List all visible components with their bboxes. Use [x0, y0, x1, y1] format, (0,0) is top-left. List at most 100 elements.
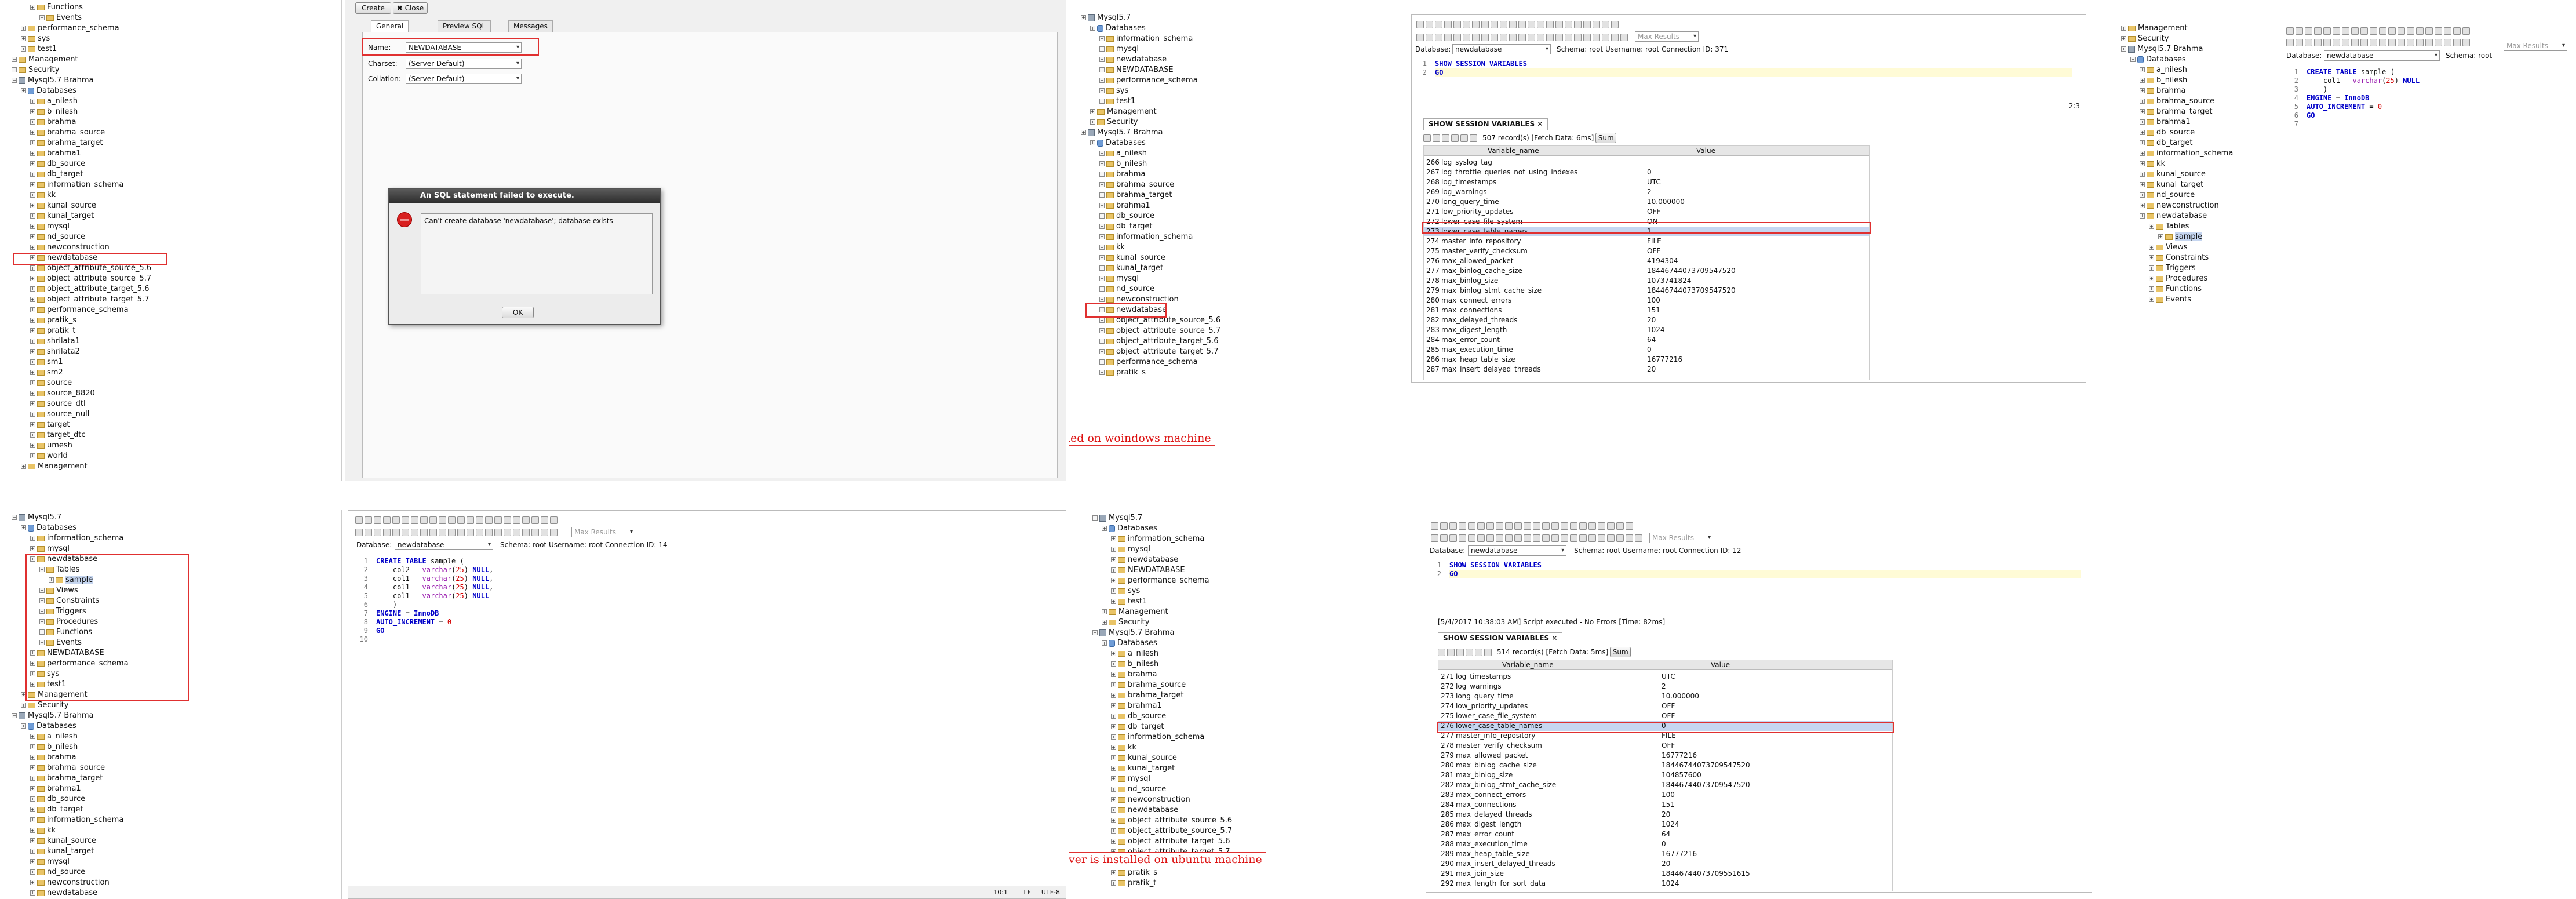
- tree-item[interactable]: + information_schema: [1099, 34, 1193, 44]
- tree-item[interactable]: + sys: [1099, 86, 1128, 96]
- expand-toggle-icon[interactable]: +: [30, 776, 35, 781]
- table-row[interactable]: 278 max_binlog_size 1073741824: [1424, 276, 1869, 286]
- tree-item[interactable]: + brahma_source: [2140, 96, 2214, 107]
- tree-item[interactable]: + source_null: [30, 409, 89, 420]
- tree-item[interactable]: + Mysql5.7: [12, 512, 61, 523]
- table-row[interactable]: 284 max_connections 151: [1438, 800, 1892, 810]
- expand-toggle-icon[interactable]: +: [1099, 99, 1105, 104]
- expand-toggle-icon[interactable]: +: [30, 172, 35, 177]
- tree-item[interactable]: + brahma: [2140, 86, 2185, 96]
- expand-toggle-icon[interactable]: +: [1099, 297, 1105, 302]
- tree-item[interactable]: + Security: [21, 700, 68, 711]
- expand-toggle-icon[interactable]: +: [30, 765, 35, 770]
- expand-toggle-icon[interactable]: +: [30, 265, 35, 271]
- ok-button[interactable]: OK: [502, 307, 534, 318]
- expand-toggle-icon[interactable]: +: [30, 318, 35, 323]
- tab-preview-sql[interactable]: Preview SQL: [438, 20, 491, 32]
- table-row[interactable]: 284 max_error_count 64: [1424, 335, 1869, 345]
- tree-item[interactable]: + Security: [1102, 617, 1149, 628]
- tree-item[interactable]: + brahma_target: [30, 773, 103, 784]
- tree-item[interactable]: + brahma_source: [30, 128, 105, 138]
- expand-toggle-icon[interactable]: +: [30, 151, 35, 156]
- table-row[interactable]: 271 log_timestamps UTC: [1438, 672, 1892, 682]
- tree-item[interactable]: + target: [30, 420, 70, 430]
- expand-toggle-icon[interactable]: +: [1099, 245, 1105, 250]
- expand-toggle-icon[interactable]: +: [1099, 265, 1105, 271]
- expand-toggle-icon[interactable]: +: [2140, 78, 2145, 83]
- database-select-ubuntu-2[interactable]: newdatabase: [1468, 545, 1566, 556]
- expand-toggle-icon[interactable]: +: [1111, 818, 1116, 823]
- tree-item[interactable]: + information_schema: [30, 180, 123, 190]
- expand-toggle-icon[interactable]: +: [1111, 599, 1116, 604]
- tree-item[interactable]: + kunal_target: [1099, 263, 1163, 274]
- expand-toggle-icon[interactable]: +: [1111, 797, 1116, 802]
- tree-item[interactable]: + umesh: [30, 441, 72, 451]
- table-row[interactable]: 283 max_connect_errors 100: [1438, 790, 1892, 800]
- object-explorer-tree-windows[interactable]: + Mysql5.7 + Databases + information_schema + m…: [1081, 13, 1405, 390]
- expand-toggle-icon[interactable]: +: [1111, 672, 1116, 677]
- tree-item[interactable]: + mysql: [1099, 274, 1139, 284]
- charset-select[interactable]: (Server Default): [406, 59, 522, 69]
- expand-toggle-icon[interactable]: +: [1099, 339, 1105, 344]
- table-row[interactable]: 287 max_insert_delayed_threads 20: [1424, 365, 1869, 374]
- expand-toggle-icon[interactable]: +: [1111, 714, 1116, 719]
- expand-toggle-icon[interactable]: +: [30, 99, 35, 104]
- table-row[interactable]: 285 max_delayed_threads 20: [1438, 810, 1892, 820]
- expand-toggle-icon[interactable]: +: [1099, 161, 1105, 166]
- expand-toggle-icon[interactable]: +: [2149, 224, 2154, 229]
- table-row[interactable]: 275 lower_case_file_system OFF: [1438, 711, 1892, 721]
- tree-item[interactable]: + Databases: [1102, 523, 1157, 534]
- expand-toggle-icon[interactable]: +: [30, 140, 35, 145]
- table-row[interactable]: 285 max_execution_time 0: [1424, 345, 1869, 355]
- tree-item[interactable]: + Management: [1090, 107, 1157, 117]
- expand-toggle-icon[interactable]: +: [2149, 297, 2154, 302]
- tree-item[interactable]: + information_schema: [2140, 148, 2233, 159]
- tree-item[interactable]: + newdatabase: [2140, 211, 2207, 221]
- tree-item[interactable]: + nd_source: [2140, 190, 2195, 201]
- expand-toggle-icon[interactable]: +: [30, 297, 35, 302]
- table-row[interactable]: 267 log_throttle_queries_not_using_indexe…: [1424, 168, 1869, 177]
- expand-toggle-icon[interactable]: +: [1099, 359, 1105, 365]
- tree-item[interactable]: + Views: [2149, 242, 2188, 253]
- database-select-ubuntu[interactable]: newdatabase: [395, 540, 493, 550]
- expand-toggle-icon[interactable]: +: [30, 401, 35, 406]
- tree-item[interactable]: + nd_source: [30, 232, 85, 242]
- expand-toggle-icon[interactable]: +: [21, 703, 26, 708]
- result-grid[interactable]: Variable_name Value 266 log_syslog_tag 267 lo…: [1423, 145, 1870, 380]
- tree-item[interactable]: + newdatabase: [1111, 555, 1178, 565]
- expand-toggle-icon[interactable]: +: [30, 339, 35, 344]
- tree-item[interactable]: + b_nilesh: [30, 107, 78, 117]
- object-explorer-tree-right[interactable]: + Management + Security + Mysql5.7 Brahma + Dat…: [2121, 23, 2278, 330]
- expand-toggle-icon[interactable]: +: [30, 755, 35, 760]
- table-row[interactable]: 271 low_priority_updates OFF: [1424, 207, 1869, 217]
- tree-item[interactable]: + db_target: [2140, 138, 2193, 148]
- tree-item[interactable]: + brahma_target: [30, 138, 103, 148]
- tree-item[interactable]: + object_attribute_source_5.7: [1111, 826, 1232, 836]
- tree-item[interactable]: + source_dtl: [30, 399, 86, 409]
- tree-item[interactable]: + b_nilesh: [2140, 75, 2187, 86]
- tree-item[interactable]: + kunal_target: [30, 846, 94, 857]
- expand-toggle-icon[interactable]: +: [30, 182, 35, 187]
- expand-toggle-icon[interactable]: +: [1111, 807, 1116, 813]
- expand-toggle-icon[interactable]: +: [1099, 172, 1105, 177]
- expand-toggle-icon[interactable]: +: [1099, 78, 1105, 83]
- expand-toggle-icon[interactable]: +: [1099, 349, 1105, 354]
- tree-item[interactable]: + Triggers: [2149, 263, 2196, 274]
- expand-toggle-icon[interactable]: +: [1111, 787, 1116, 792]
- tab-result[interactable]: SHOW SESSION VARIABLES ✕: [1423, 118, 1548, 130]
- expand-toggle-icon[interactable]: +: [21, 525, 26, 530]
- table-row[interactable]: 282 max_binlog_stmt_cache_size 18446744073…: [1438, 780, 1892, 790]
- tree-item[interactable]: + kk: [1099, 242, 1125, 253]
- tree-item[interactable]: + source_8820: [30, 388, 95, 399]
- expand-toggle-icon[interactable]: +: [2140, 192, 2145, 198]
- tree-item[interactable]: + Events: [2149, 294, 2191, 305]
- tree-item[interactable]: + Mysql5.7: [1092, 513, 1142, 523]
- expand-toggle-icon[interactable]: +: [1099, 151, 1105, 156]
- tree-item[interactable]: + pratik_s: [30, 315, 76, 326]
- expand-toggle-icon[interactable]: +: [1099, 203, 1105, 208]
- table-row[interactable]: 292 max_length_for_sort_data 1024: [1438, 879, 1892, 889]
- expand-toggle-icon[interactable]: +: [30, 817, 35, 822]
- tree-item[interactable]: + db_source: [2140, 128, 2195, 138]
- tree-item[interactable]: + nd_source: [1099, 284, 1154, 294]
- expand-toggle-icon[interactable]: +: [30, 734, 35, 739]
